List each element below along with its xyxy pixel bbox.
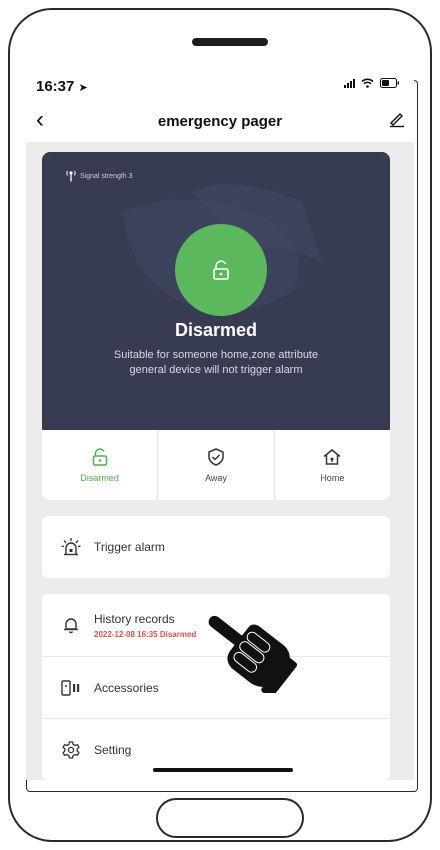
arm-state-desc-line1: Suitable for someone home,zone attribute [113, 349, 319, 361]
mode-selector: Disarmed Away Home [42, 430, 390, 500]
mode-away-label: Away [205, 473, 227, 483]
arm-state-description: Suitable for someone home,zone attribute… [72, 348, 360, 378]
page-title: emergency pager [157, 113, 283, 130]
unlock-icon [92, 448, 107, 466]
status-bar: 16:37 ➤ [26, 72, 414, 102]
gear-icon [60, 739, 82, 761]
mode-home-label: Home [320, 473, 345, 483]
edit-button[interactable] [388, 110, 406, 133]
wifi-icon [361, 78, 374, 88]
bell-icon [60, 614, 82, 636]
phone-home-button[interactable] [156, 798, 304, 838]
setting-label: Setting [94, 742, 132, 757]
antenna-icon [66, 170, 76, 182]
unlock-icon [213, 260, 229, 280]
disarm-lock-button[interactable] [175, 224, 267, 316]
home-icon [323, 449, 341, 465]
trigger-alarm-card: Trigger alarm [42, 516, 390, 578]
phone-speaker [192, 38, 268, 46]
mode-disarmed-label: Disarmed [80, 473, 119, 483]
location-arrow-icon: ➤ [78, 82, 88, 94]
mode-disarmed-button[interactable]: Disarmed [42, 430, 157, 500]
cell-signal-icon [344, 78, 355, 88]
mode-home-button[interactable]: Home [273, 430, 390, 500]
siren-icon [60, 536, 82, 558]
status-time: 16:37 ➤ [36, 78, 88, 95]
status-time-text: 16:37 [36, 78, 75, 95]
signal-strength-label: Signal strength 3 [80, 172, 133, 180]
trigger-alarm-label: Trigger alarm [94, 540, 165, 554]
shield-check-icon [208, 448, 224, 466]
mode-away-button[interactable]: Away [157, 430, 273, 500]
arm-state-title: Disarmed [174, 320, 258, 340]
accessories-label: Accessories [94, 680, 159, 695]
signal-strength: Signal strength 3 [66, 170, 133, 182]
pointing-hand-icon [208, 615, 298, 693]
trigger-alarm-row[interactable]: Trigger alarm [42, 516, 390, 578]
edit-icon [390, 113, 404, 128]
devices-icon [60, 677, 82, 699]
battery-icon [380, 78, 399, 88]
status-icons [344, 78, 400, 88]
arm-status-card: Signal strength 3 Disarmed Suitable for … [42, 152, 390, 430]
home-indicator [153, 768, 293, 772]
arm-state-desc-line2: general device will not trigger alarm [129, 364, 303, 376]
nav-bar: ‹ emergency pager [26, 102, 414, 142]
